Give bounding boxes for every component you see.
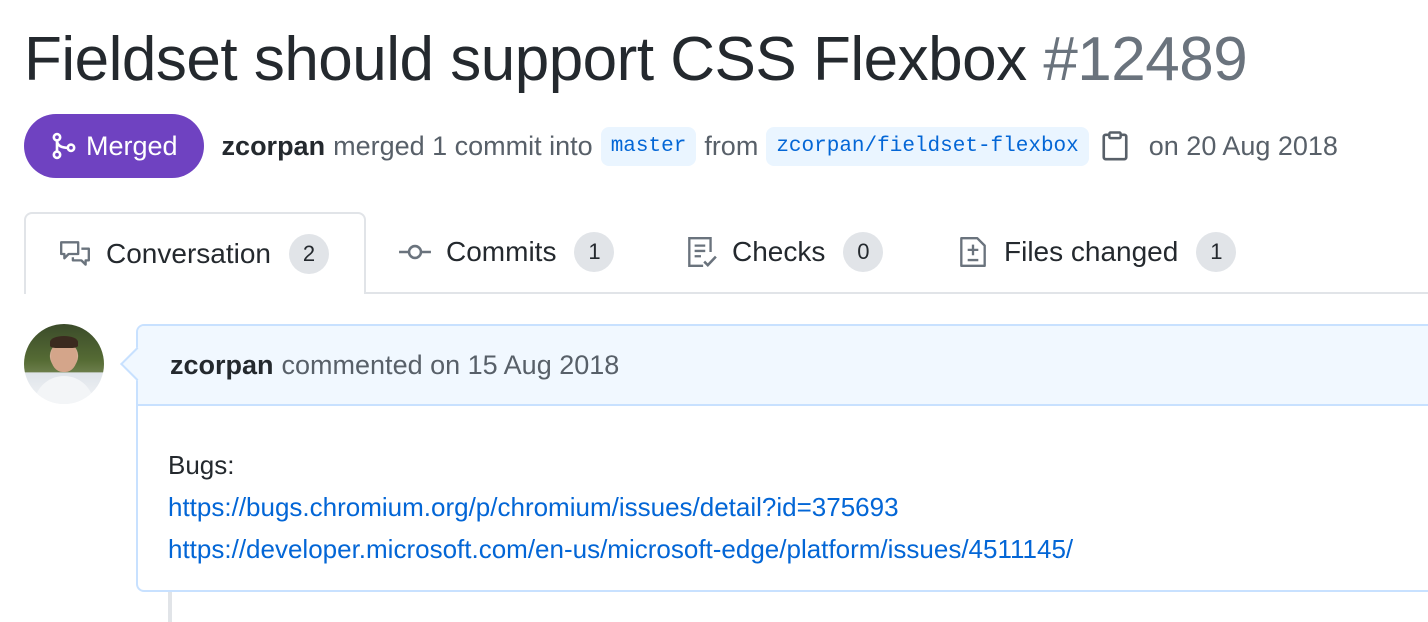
timeline-line [168,592,172,622]
comment-discussion-icon [58,237,92,271]
comment-body: Bugs: https://bugs.chromium.org/p/chromi… [138,406,1428,570]
tab-checks-label: Checks [732,236,826,267]
merged-badge: Merged [24,114,204,178]
pr-author-link[interactable]: zcorpan [222,131,326,162]
pr-title: Fieldset should support CSS Flexbox #124… [24,22,1248,98]
git-merge-icon [52,132,76,160]
tab-conversation-count: 2 [288,234,329,274]
tab-files-changed[interactable]: Files changed 1 [956,212,1237,292]
clippy-icon [1102,131,1128,161]
comment-header: zcorpan commented on 15 Aug 2018 [138,326,1428,406]
tab-files-changed-count: 1 [1196,232,1237,272]
comment-box: zcorpan commented on 15 Aug 2018 Bugs: h… [136,324,1428,592]
from-text: from [704,130,759,161]
tab-conversation[interactable]: Conversation 2 [24,212,366,294]
avatar[interactable] [24,324,104,404]
tab-commits-count: 1 [574,232,615,272]
tab-checks[interactable]: Checks 0 [684,212,884,292]
checklist-icon [684,235,718,269]
comment-link-chromium[interactable]: https://bugs.chromium.org/p/chromium/iss… [168,486,1428,528]
merged-date: on 20 Aug 2018 [1148,130,1338,161]
comment-meta[interactable]: commented on 15 Aug 2018 [282,350,620,381]
copy-branch-button[interactable] [1101,131,1129,161]
pr-meta: Merged zcorpan merged 1 commit into mast… [24,114,1346,178]
merged-badge-label: Merged [86,130,178,161]
tab-checks-count: 0 [843,232,884,272]
merge-text: merged 1 commit into [333,130,593,161]
base-branch-link[interactable]: master [600,126,697,166]
comment-body-heading: Bugs: [168,450,235,480]
tab-files-changed-label: Files changed [1004,236,1179,267]
file-diff-icon [956,235,990,269]
pr-title-text: Fieldset should support CSS Flexbox [24,25,1027,94]
pr-number: #12489 [1043,25,1248,94]
pr-tabs: Conversation 2 Commits 1 Checks 0 Files … [24,212,1428,294]
tab-commits[interactable]: Commits 1 [398,212,615,292]
comment-link-microsoft[interactable]: https://developer.microsoft.com/en-us/mi… [168,528,1428,570]
git-commit-icon [398,235,432,269]
tab-commits-label: Commits [446,236,557,267]
head-branch-link[interactable]: zcorpan/fieldset-flexbox [766,126,1089,166]
comment-author-link[interactable]: zcorpan [170,350,274,381]
tab-conversation-label: Conversation [106,238,271,269]
